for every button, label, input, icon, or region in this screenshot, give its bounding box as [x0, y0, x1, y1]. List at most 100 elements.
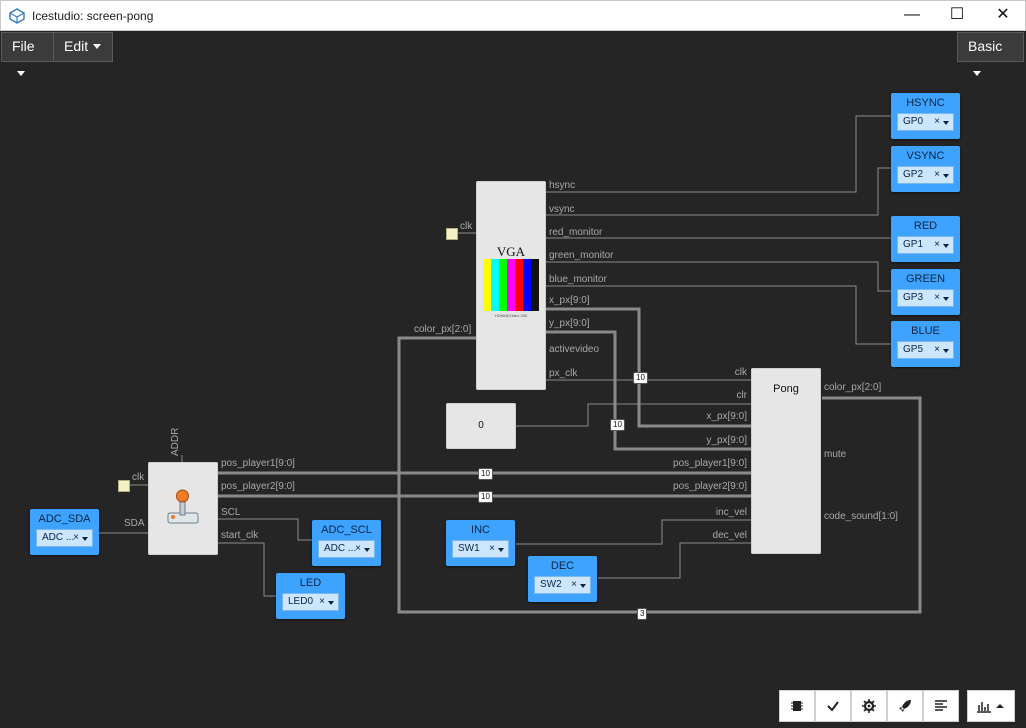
io-block-green[interactable]: GREEN GP3 × — [891, 269, 960, 315]
io-block-adc-scl[interactable]: ADC_SCL ADC ... × — [312, 520, 381, 566]
pin-select[interactable]: GP2 × — [897, 166, 954, 184]
pong-block[interactable]: Pong — [751, 368, 821, 554]
vga-colorbars — [483, 259, 539, 311]
check-icon[interactable] — [815, 690, 851, 722]
dropdown-caret-icon — [943, 244, 949, 248]
dropdown-caret-icon — [943, 121, 949, 125]
pin-value: GP2 — [903, 169, 924, 180]
io-block-dec[interactable]: DEC SW2 × — [528, 556, 597, 602]
clock-input-marker[interactable] — [118, 480, 130, 492]
joystick-block[interactable] — [148, 462, 218, 555]
pong-block-title: Pong — [773, 383, 799, 395]
vga-port-ypx: y_px[9:0] — [549, 318, 590, 329]
pin-value: GP1 — [903, 239, 924, 250]
clear-icon[interactable]: × — [934, 237, 940, 253]
io-name: VSYNC — [906, 150, 945, 162]
dropdown-caret-icon — [328, 601, 334, 605]
io-name: LED — [299, 577, 322, 589]
pong-port-colorpx: color_px[2:0] — [824, 382, 882, 393]
pong-port-incvel: inc_vel — [715, 507, 747, 518]
pong-port-clk: clk — [734, 367, 747, 378]
dropdown-caret-icon — [580, 584, 586, 588]
pong-port-clr: clr — [736, 390, 747, 401]
vga-block-title: VGA — [496, 244, 526, 259]
clock-input-marker[interactable] — [446, 228, 458, 240]
dropdown-caret-icon — [364, 548, 370, 552]
pong-port-mute: mute — [824, 449, 847, 460]
vga-bar-red — [515, 259, 523, 311]
align-left-icon[interactable] — [923, 690, 959, 722]
vga-port-hsync: hsync — [549, 180, 576, 191]
dropdown-caret-icon — [943, 174, 949, 178]
clear-icon[interactable]: × — [934, 342, 940, 358]
joystick-port-scl: SCL — [221, 507, 241, 518]
pong-port-pos2: pos_player2[9:0] — [673, 481, 747, 492]
vga-bar-yellow — [483, 259, 491, 311]
gear-icon[interactable] — [851, 690, 887, 722]
constant-block[interactable]: 0 — [446, 403, 516, 449]
joystick-addr-label: ADDR — [170, 427, 181, 456]
dropdown-caret-icon — [82, 537, 88, 541]
pin-value: ADC ... — [42, 532, 75, 543]
clear-icon[interactable]: × — [355, 541, 361, 557]
vga-bar-black — [531, 259, 539, 311]
pin-select[interactable]: GP5 × — [897, 341, 954, 359]
pin-value: GP3 — [903, 292, 924, 303]
vga-bar-green — [499, 259, 507, 311]
wire-size-badge: 10 — [478, 491, 493, 503]
vga-bar-magenta — [507, 259, 515, 311]
vga-bar-cyan — [491, 259, 499, 311]
wire-dec — [598, 542, 752, 579]
pin-select[interactable]: SW2 × — [534, 576, 591, 594]
rocket-icon[interactable] — [887, 690, 923, 722]
wire-size-badge: 10 — [610, 419, 625, 431]
pong-port-decvel: dec_vel — [712, 530, 747, 541]
pin-value: SW2 — [540, 579, 562, 590]
chip-icon[interactable] — [779, 690, 815, 722]
pin-select[interactable]: GP0 × — [897, 113, 954, 131]
clear-icon[interactable]: × — [934, 290, 940, 306]
io-name: RED — [913, 220, 938, 232]
io-block-hsync[interactable]: HSYNC GP0 × — [891, 93, 960, 139]
io-name: ADC_SDA — [38, 513, 91, 525]
pong-port-pos1: pos_player1[9:0] — [673, 458, 747, 469]
dropdown-caret-icon — [943, 349, 949, 353]
pin-select[interactable]: SW1 × — [452, 540, 509, 558]
io-name: ADC_SCL — [321, 524, 372, 536]
pin-value: LED0 — [288, 596, 314, 607]
wire-size-badge: 3 — [637, 608, 648, 620]
pin-select[interactable]: ADC ... × — [318, 540, 375, 558]
pin-select[interactable]: ADC ... × — [36, 529, 93, 547]
bar-chart-icon[interactable] — [967, 690, 1015, 722]
io-name: INC — [471, 524, 490, 536]
io-name: BLUE — [911, 325, 940, 337]
io-name: GREEN — [905, 273, 946, 285]
pin-select[interactable]: LED0 × — [282, 593, 339, 611]
io-block-vsync[interactable]: VSYNC GP2 × — [891, 146, 960, 192]
clear-icon[interactable]: × — [934, 167, 940, 183]
clear-icon[interactable]: × — [489, 541, 495, 557]
pong-port-ypx: y_px[9:0] — [706, 435, 747, 446]
pin-select[interactable]: GP1 × — [897, 236, 954, 254]
pong-port-xpx: x_px[9:0] — [706, 411, 747, 422]
constant-value: 0 — [478, 420, 484, 431]
wire-blue — [546, 285, 892, 345]
vga-port-green: green_monitor — [549, 250, 614, 261]
joystick-sda-label: SDA — [124, 518, 145, 529]
io-block-blue[interactable]: BLUE GP5 × — [891, 321, 960, 367]
clear-icon[interactable]: × — [73, 530, 79, 546]
pin-select[interactable]: GP3 × — [897, 289, 954, 307]
vga-port-pxclk: px_clk — [549, 368, 578, 379]
clear-icon[interactable]: × — [934, 114, 940, 130]
pin-value: GP5 — [903, 344, 924, 355]
vga-block[interactable]: VGA HDMI@Video 356 — [476, 181, 546, 390]
clear-icon[interactable]: × — [571, 577, 577, 593]
io-block-inc[interactable]: INC SW1 × — [446, 520, 515, 566]
io-block-red[interactable]: RED GP1 × — [891, 216, 960, 262]
vga-port-xpx: x_px[9:0] — [549, 295, 590, 306]
clear-icon[interactable]: × — [319, 594, 325, 610]
vga-port-red: red_monitor — [549, 227, 603, 238]
io-block-led[interactable]: LED LED0 × — [276, 573, 345, 619]
io-name: DEC — [550, 560, 575, 572]
io-block-adc-sda[interactable]: ADC_SDA ADC ... × — [30, 509, 99, 555]
